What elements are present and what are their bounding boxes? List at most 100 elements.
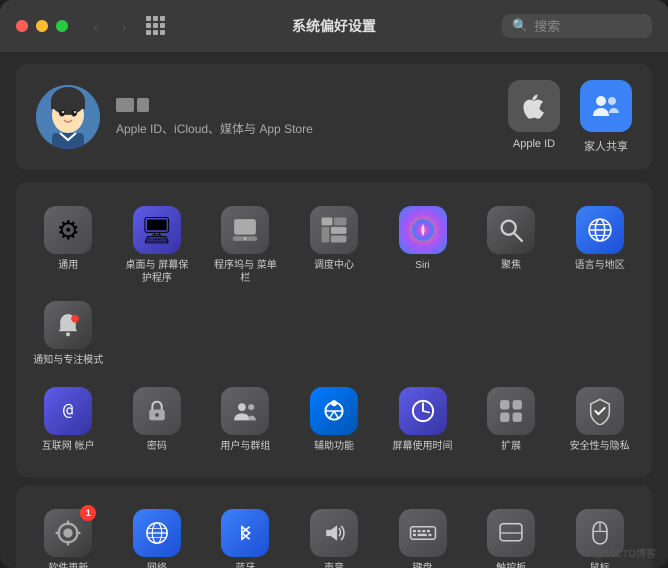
family-sharing-action[interactable]: 家人共享 [580, 80, 632, 154]
notifications-label: 通知与专注模式 [33, 354, 103, 367]
search-icon: 🔍 [512, 18, 528, 34]
profile-name [116, 98, 313, 116]
software-label: 软件更新 [48, 562, 88, 568]
network-icon [133, 509, 181, 557]
language-label: 语言与地区 [575, 259, 625, 272]
pref-item-desktop[interactable]: 🖥 桌面与 屏幕保护程序 [113, 198, 202, 293]
mission-icon [310, 206, 358, 254]
avatar-image [36, 85, 100, 149]
internet-icon: @ [44, 387, 92, 435]
family-sharing-icon [580, 80, 632, 132]
internet-label: 互联网 帐户 [42, 440, 95, 453]
bluetooth-icon [221, 509, 269, 557]
pref-item-extensions[interactable]: 扩展 [467, 379, 556, 461]
pref-item-sound[interactable]: 声音 [290, 501, 379, 568]
passwords-icon [133, 387, 181, 435]
close-button[interactable] [16, 20, 28, 32]
trackpad-label: 触控板 [496, 562, 526, 568]
prefs-section-2: 软件更新网络蓝牙声音键盘触控板鼠标显示器 打印机与 扫描仪节能JAN17日期与时… [16, 485, 652, 568]
pref-item-passwords[interactable]: 密码 [113, 379, 202, 461]
search-box[interactable]: 🔍 [502, 14, 652, 38]
pref-item-notifications[interactable]: 通知与专注模式 [24, 293, 113, 375]
profile-actions: Apple ID 家人共享 [508, 80, 632, 154]
profile-subtitle: Apple ID、iCloud、媒体与 App Store [116, 120, 313, 137]
software-icon [44, 509, 92, 557]
titlebar: ‹ › 系统偏好设置 🔍 [0, 0, 668, 52]
network-label: 网络 [147, 562, 167, 568]
traffic-lights [16, 20, 68, 32]
trackpad-icon [487, 509, 535, 557]
pref-item-software[interactable]: 软件更新 [24, 501, 113, 568]
users-icon [221, 387, 269, 435]
pref-item-users[interactable]: 用户与群组 [201, 379, 290, 461]
pref-item-internet[interactable]: @ 互联网 帐户 [24, 379, 113, 461]
siri-label: Siri [415, 259, 429, 272]
pref-item-screentime[interactable]: 屏幕使用时间 [378, 379, 467, 461]
pref-item-dock[interactable]: 程序坞与 菜单栏 [201, 198, 290, 293]
mission-label: 调度中心 [314, 259, 354, 272]
desktop-label: 桌面与 屏幕保护程序 [122, 259, 192, 285]
pref-item-spotlight[interactable]: 聚焦 [467, 198, 556, 293]
minimize-button[interactable] [36, 20, 48, 32]
family-sharing-label: 家人共享 [584, 138, 628, 154]
pref-item-bluetooth[interactable]: 蓝牙 [201, 501, 290, 568]
back-arrow[interactable]: ‹ [84, 14, 108, 38]
users-label: 用户与群组 [220, 440, 270, 453]
content-area: Apple ID、iCloud、媒体与 App Store Apple ID [0, 52, 668, 568]
apple-id-action[interactable]: Apple ID [508, 80, 560, 154]
bluetooth-label: 蓝牙 [235, 562, 255, 568]
general-label: 通用 [58, 259, 78, 272]
watermark: @51CTO博客 [594, 545, 656, 560]
language-icon [576, 206, 624, 254]
screentime-icon [399, 387, 447, 435]
pref-item-keyboard[interactable]: 键盘 [378, 501, 467, 568]
security-icon [576, 387, 624, 435]
avatar[interactable] [36, 85, 100, 149]
pref-item-language[interactable]: 语言与地区 [555, 198, 644, 293]
spotlight-icon [487, 206, 535, 254]
grid-icon[interactable] [146, 16, 166, 36]
dock-icon [221, 206, 269, 254]
prefs-section-1: ⚙ 通用 🖥 桌面与 屏幕保护程序程序坞与 菜单栏 调度中心 Siri 聚焦 语言与地区通知与… [16, 182, 652, 477]
spotlight-label: 聚焦 [501, 259, 521, 272]
profile-info: Apple ID、iCloud、媒体与 App Store [116, 98, 313, 137]
pref-item-siri[interactable]: Siri [378, 198, 467, 293]
accessibility-label: 辅助功能 [314, 440, 354, 453]
pref-item-trackpad[interactable]: 触控板 [467, 501, 556, 568]
maximize-button[interactable] [56, 20, 68, 32]
apple-id-icon [508, 80, 560, 132]
prefs-row-2: @ 互联网 帐户 密码 用户与群组 辅助功能 屏幕使用时间 扩展 安全性与隐私 [24, 379, 644, 461]
profile-section: Apple ID、iCloud、媒体与 App Store Apple ID [16, 64, 652, 170]
siri-icon [399, 206, 447, 254]
notifications-icon [44, 301, 92, 349]
search-input[interactable] [534, 19, 642, 34]
prefs-row-1: ⚙ 通用 🖥 桌面与 屏幕保护程序程序坞与 菜单栏 调度中心 Siri 聚焦 语言与地区通知与… [24, 198, 644, 375]
desktop-icon: 🖥 [133, 206, 181, 254]
general-icon: ⚙ [44, 206, 92, 254]
prefs-row-3: 软件更新网络蓝牙声音键盘触控板鼠标显示器 [24, 501, 644, 568]
pref-item-network[interactable]: 网络 [113, 501, 202, 568]
keyboard-icon [399, 509, 447, 557]
avatar-svg [36, 85, 100, 149]
window-title: 系统偏好设置 [292, 16, 376, 36]
dock-label: 程序坞与 菜单栏 [210, 259, 280, 285]
keyboard-label: 键盘 [413, 562, 433, 568]
profile-left: Apple ID、iCloud、媒体与 App Store [36, 85, 313, 149]
accessibility-icon [310, 387, 358, 435]
forward-arrow[interactable]: › [112, 14, 136, 38]
extensions-label: 扩展 [501, 440, 521, 453]
mouse-label: 鼠标 [590, 562, 610, 568]
sound-label: 声音 [324, 562, 344, 568]
nav-arrows: ‹ › [84, 14, 136, 38]
security-label: 安全性与隐私 [570, 440, 630, 453]
passwords-label: 密码 [147, 440, 167, 453]
pref-item-mission[interactable]: 调度中心 [290, 198, 379, 293]
pref-item-accessibility[interactable]: 辅助功能 [290, 379, 379, 461]
sound-icon [310, 509, 358, 557]
screentime-label: 屏幕使用时间 [393, 440, 453, 453]
pref-item-general[interactable]: ⚙ 通用 [24, 198, 113, 293]
pref-item-security[interactable]: 安全性与隐私 [555, 379, 644, 461]
system-preferences-window: ‹ › 系统偏好设置 🔍 [0, 0, 668, 568]
extensions-icon [487, 387, 535, 435]
apple-id-label: Apple ID [513, 138, 555, 150]
